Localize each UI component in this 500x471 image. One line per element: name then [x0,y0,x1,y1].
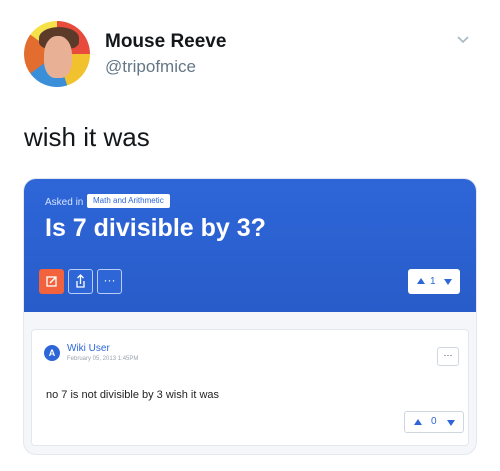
answer-vote-count: 0 [431,416,437,427]
question-vote-control: 1 [408,269,460,294]
edit-icon [46,276,57,287]
answer-more-button[interactable]: ··· [437,347,459,366]
answer-vote-control: 0 [404,411,464,433]
answer-date: February 05, 2013 1:45PM [67,356,139,362]
question-title: Is 7 divisible by 3? [45,214,266,242]
answer-user[interactable]: Wiki User [67,343,110,354]
edit-button[interactable] [39,269,64,294]
upvote-icon[interactable] [417,278,425,284]
category-tag[interactable]: Math and Arithmetic [87,194,170,208]
asked-in-label: Asked in [45,197,84,208]
avatar-face [44,36,72,78]
answer-text: no 7 is not divisible by 3 wish it was [46,389,220,401]
upvote-icon[interactable] [414,419,422,425]
downvote-icon[interactable] [444,279,452,285]
tweet-text: wish it was [24,122,150,152]
downvote-icon[interactable] [447,420,455,426]
more-options-button[interactable]: ··· [97,269,122,294]
author-handle[interactable]: @tripofmice [105,57,196,77]
question-header: Asked in Math and Arithmetic Is 7 divisi… [24,179,476,312]
answer-card: A Wiki User February 05, 2013 1:45PM ···… [31,329,469,446]
question-vote-count: 1 [430,276,436,287]
wiki-user-avatar: A [44,345,60,361]
share-button[interactable] [68,269,93,294]
author-name[interactable]: Mouse Reeve [105,31,226,53]
author-avatar[interactable] [24,21,90,87]
embedded-question-card: Asked in Math and Arithmetic Is 7 divisi… [24,179,476,454]
chevron-down-icon[interactable] [456,33,470,47]
share-icon [76,274,85,288]
